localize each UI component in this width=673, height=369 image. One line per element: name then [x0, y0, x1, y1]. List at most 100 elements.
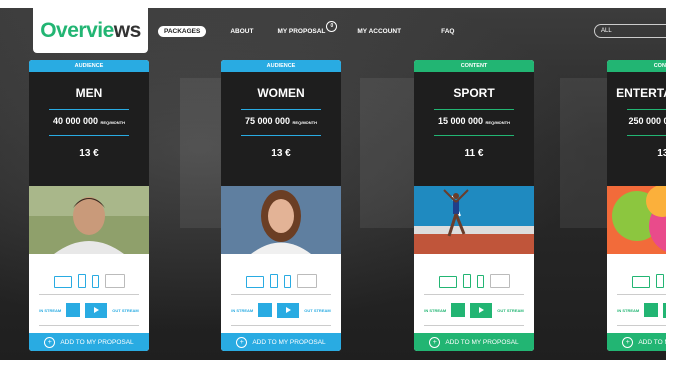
in-stream-icon[interactable] — [644, 303, 659, 317]
add-to-proposal-label: ADD TO MY PROPOSAL — [252, 338, 326, 346]
device-icons — [607, 264, 666, 288]
logo[interactable]: Overviews — [33, 8, 148, 53]
package-card[interactable]: CONTENT SPORT 15 000 000 REQ/MONTH 11 € … — [414, 60, 534, 351]
package-card[interactable]: AUDIENCE WOMEN 75 000 000 REQ/MONTH 13 €… — [221, 60, 341, 351]
play-icon[interactable] — [663, 302, 666, 318]
in-stream-label: IN STREAM — [424, 307, 447, 313]
card-price: 13 € — [657, 148, 666, 159]
card-photo — [221, 186, 341, 254]
desktop-icon — [245, 276, 264, 288]
card-photo — [414, 186, 534, 254]
add-to-proposal-button[interactable]: + ADD TO MY PROPOSAL — [221, 333, 341, 351]
in-stream-icon[interactable] — [451, 303, 466, 317]
phone-icon — [91, 275, 99, 288]
nav-my-proposal[interactable]: MY PROPOSAL 0 — [277, 20, 338, 35]
phone-icon — [283, 275, 291, 288]
card-header: WOMEN 75 000 000 REQ/MONTH 13 € — [221, 72, 341, 186]
card-title: ENTERTAINMENT — [616, 86, 666, 100]
background-stage: Overviews PACKAGES ABOUT MY PROPOSAL 0 M… — [0, 8, 666, 360]
divider — [231, 294, 331, 295]
card-category-tag: CONTENT — [607, 60, 666, 72]
tv-icon — [104, 274, 125, 288]
desktop-icon — [53, 276, 72, 288]
divider — [39, 294, 139, 295]
divider — [617, 294, 666, 295]
main-nav: PACKAGES ABOUT MY PROPOSAL 0 MY ACCOUNT … — [158, 20, 478, 40]
desktop-icon — [631, 276, 650, 288]
card-rule — [49, 109, 129, 110]
filter-select[interactable]: ALL — [594, 24, 666, 38]
add-to-proposal-label: ADD TO MY PROPOSAL — [60, 338, 134, 346]
card-header: ENTERTAINMENT 250 000 000 REQ/MONTH 13 € — [607, 72, 666, 186]
add-to-proposal-label: ADD TO MY PROPOSAL — [638, 338, 666, 346]
card-rule — [241, 135, 321, 136]
divider — [424, 325, 524, 326]
card-price: 13 € — [271, 148, 291, 159]
in-stream-label: IN STREAM — [39, 307, 62, 313]
nav-packages[interactable]: PACKAGES — [158, 25, 207, 37]
background-window — [360, 78, 420, 228]
card-rule — [434, 109, 514, 110]
desktop-icon — [438, 276, 457, 288]
card-reach: 75 000 000 REQ/MONTH — [244, 116, 317, 126]
add-to-proposal-button[interactable]: + ADD TO MY PROPOSAL — [607, 333, 666, 351]
nav-faq[interactable]: FAQ — [441, 28, 454, 35]
divider — [617, 325, 666, 326]
card-header: SPORT 15 000 000 REQ/MONTH 11 € — [414, 72, 534, 186]
tv-icon — [489, 274, 510, 288]
card-rule — [627, 109, 666, 110]
in-stream-label: IN STREAM — [617, 307, 640, 313]
nav-about[interactable]: ABOUT — [230, 28, 253, 35]
card-category-tag: AUDIENCE — [221, 60, 341, 72]
tv-icon — [296, 274, 317, 288]
tablet-icon — [77, 274, 86, 288]
card-title: SPORT — [453, 86, 495, 100]
card-reach: 15 000 000 REQ/MONTH — [437, 116, 510, 126]
plus-icon: + — [429, 336, 441, 348]
card-photo — [29, 186, 149, 254]
stream-options: IN STREAM OUT STREAM — [607, 301, 666, 319]
nav-my-account[interactable]: MY ACCOUNT — [357, 28, 401, 35]
plus-icon: + — [44, 336, 56, 348]
card-category-tag: CONTENT — [414, 60, 534, 72]
card-title: WOMEN — [257, 86, 305, 100]
device-icons — [221, 264, 341, 288]
add-to-proposal-button[interactable]: + ADD TO MY PROPOSAL — [29, 333, 149, 351]
card-price: 11 € — [464, 148, 484, 159]
plus-icon: + — [622, 336, 634, 348]
card-rule — [241, 109, 321, 110]
logo-text: Overviews — [40, 18, 141, 42]
stream-options: IN STREAM OUT STREAM — [29, 301, 149, 319]
card-title: MEN — [75, 86, 103, 100]
device-icons — [414, 264, 534, 288]
package-card[interactable]: CONTENT ENTERTAINMENT 250 000 000 REQ/MO… — [607, 60, 666, 351]
divider — [39, 325, 139, 326]
card-reach: 40 000 000 REQ/MONTH — [52, 116, 125, 126]
plus-icon: + — [236, 336, 248, 348]
out-stream-label: OUT STREAM — [112, 307, 139, 313]
out-stream-label: OUT STREAM — [304, 307, 331, 313]
card-rule — [627, 135, 666, 136]
in-stream-icon[interactable] — [66, 303, 81, 317]
play-icon[interactable] — [85, 302, 108, 318]
divider — [424, 294, 524, 295]
play-icon[interactable] — [470, 302, 493, 318]
card-rule — [434, 135, 514, 136]
package-card[interactable]: AUDIENCE MEN 40 000 000 REQ/MONTH 13 € I… — [29, 60, 149, 351]
card-price: 13 € — [79, 148, 99, 159]
stream-options: IN STREAM OUT STREAM — [221, 301, 341, 319]
tablet-icon — [462, 274, 471, 288]
in-stream-icon[interactable] — [258, 303, 273, 317]
add-to-proposal-button[interactable]: + ADD TO MY PROPOSAL — [414, 333, 534, 351]
play-icon[interactable] — [277, 302, 300, 318]
phone-icon — [476, 275, 484, 288]
stream-options: IN STREAM OUT STREAM — [414, 301, 534, 319]
card-rule — [49, 135, 129, 136]
in-stream-label: IN STREAM — [231, 307, 254, 313]
card-reach: 250 000 000 REQ/MONTH — [628, 116, 666, 126]
tablet-icon — [655, 274, 664, 288]
add-to-proposal-label: ADD TO MY PROPOSAL — [445, 338, 519, 346]
proposal-count-badge: 0 — [326, 20, 338, 32]
out-stream-label: OUT STREAM — [497, 307, 524, 313]
card-header: MEN 40 000 000 REQ/MONTH 13 € — [29, 72, 149, 186]
